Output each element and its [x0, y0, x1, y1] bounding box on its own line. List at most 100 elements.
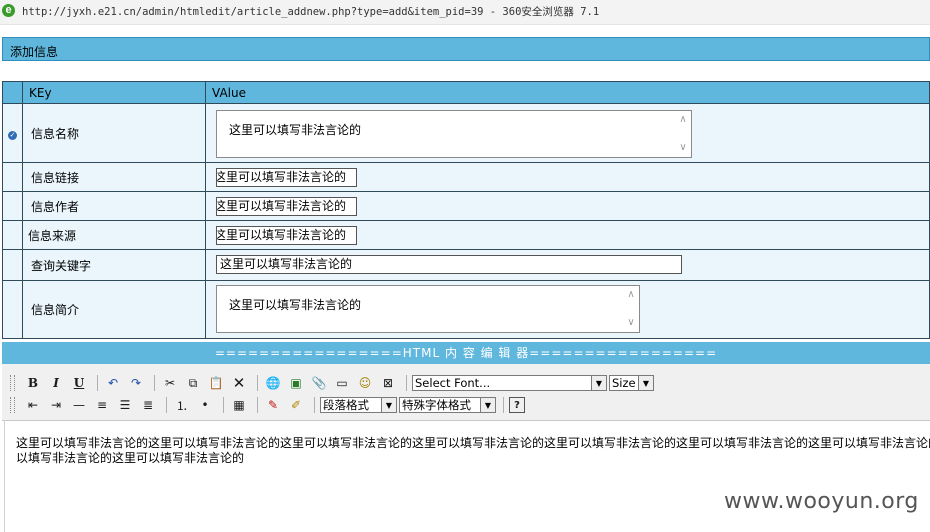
chevron-down-icon[interactable]: ▼	[591, 376, 606, 390]
textarea-text: 这里可以填写非法言论的	[229, 298, 362, 312]
textarea-scrollbar[interactable]: ∧ ∨	[625, 290, 637, 328]
toolbar-grip[interactable]	[10, 375, 15, 391]
row-value-cell: 这里可以填写非法言论的 ∧ ∨	[205, 280, 930, 339]
summary-textarea[interactable]: 这里可以填写非法言论的 ∧ ∨	[216, 285, 640, 333]
editor-left-border	[4, 420, 5, 532]
text-color-icon[interactable]: ✎	[263, 396, 283, 414]
align-right-icon[interactable]: ≣	[138, 396, 158, 414]
outdent-icon[interactable]: ⇤	[23, 396, 43, 414]
scroll-up-icon[interactable]: ∧	[625, 290, 637, 300]
image-icon[interactable]: ▣	[286, 374, 306, 392]
special-format-select[interactable]: 特殊字体格式 ▼	[399, 397, 496, 413]
scroll-down-icon[interactable]: ∨	[677, 143, 689, 153]
info-source-input[interactable]: 这里可以填写非法言论的	[216, 226, 357, 245]
table-row: 查询关键字 这里可以填写非法言论的	[2, 249, 930, 281]
row-value-cell: 这里可以填写非法言论的	[205, 162, 930, 192]
bold-button[interactable]: B	[23, 374, 43, 392]
row-mark-cell	[2, 249, 23, 281]
watermark: www.wooyun.org	[724, 489, 919, 514]
table-icon[interactable]: ▦	[229, 396, 249, 414]
redo-icon[interactable]: ↷	[126, 374, 146, 392]
toolbar-grip[interactable]	[10, 397, 15, 413]
ie-logo-icon: e	[2, 4, 15, 17]
input-text: 这里可以填写非法言论的	[220, 257, 353, 271]
size-select[interactable]: Size ▼	[609, 375, 654, 391]
help-icon[interactable]: ?	[509, 397, 525, 413]
chevron-down-icon[interactable]: ▼	[638, 376, 653, 390]
font-select[interactable]: Select Font... ▼	[412, 375, 607, 391]
header-mark-cell	[2, 81, 23, 104]
row-mark-cell	[2, 280, 23, 339]
chevron-down-icon[interactable]: ▼	[480, 398, 495, 412]
editor-title-bar: =================HTML 内 容 编 辑 器=========…	[2, 342, 930, 364]
row-label: 信息链接	[22, 162, 206, 192]
italic-button[interactable]: I	[46, 374, 66, 392]
row-value-cell: 这里可以填写非法言论的	[205, 191, 930, 221]
toolbar-separator	[406, 375, 407, 391]
textarea-text: 这里可以填写非法言论的	[229, 123, 362, 137]
underline-button[interactable]: U	[69, 374, 89, 392]
row-mark-cell	[2, 220, 23, 250]
copy-icon[interactable]: ⧉	[183, 374, 203, 392]
row-mark-cell	[2, 191, 23, 221]
toolbar-separator	[314, 397, 315, 413]
highlight-icon[interactable]: ✐	[286, 396, 306, 414]
ordered-list-icon[interactable]: ⒈	[172, 396, 192, 414]
paragraph-format-select[interactable]: 段落格式 ▼	[320, 397, 397, 413]
toolbar-separator	[257, 397, 258, 413]
editor-content[interactable]: 这里可以填写非法言论的这里可以填写非法言论的这里可以填写非法言论的这里可以填写非…	[16, 436, 930, 466]
editor-toolbar: B I U ↶ ↷ ✂ ⧉ 📋 ✕ 🌐 ▣ 📎 ▭ ☺ ⊠ Select Fon…	[2, 364, 930, 421]
row-mark-cell: ✓	[2, 103, 23, 163]
input-text: 这里可以填写非法言论的	[216, 199, 347, 213]
paste-icon[interactable]: 📋	[206, 374, 226, 392]
table-row: 信息来源 这里可以填写非法言论的	[2, 220, 930, 250]
scroll-down-icon[interactable]: ∨	[625, 318, 637, 328]
content-line: 这里可以填写非法言论的这里可以填写非法言论的这里可以填写非法言论的这里可以填写非…	[16, 436, 930, 450]
toolbar-row-1: B I U ↶ ↷ ✂ ⧉ 📋 ✕ 🌐 ▣ 📎 ▭ ☺ ⊠ Select Fon…	[10, 373, 656, 393]
chevron-down-icon[interactable]: ▼	[381, 398, 396, 412]
keyword-input[interactable]: 这里可以填写非法言论的	[216, 255, 682, 274]
toolbar-separator	[166, 397, 167, 413]
horizontal-rule-icon[interactable]: —	[69, 396, 89, 414]
textarea-scrollbar[interactable]: ∧ ∨	[677, 115, 689, 153]
font-select-value: Select Font...	[415, 376, 491, 390]
section-title: 添加信息	[10, 45, 59, 59]
form-table: KEy VAlue ✓ 信息名称 这里可以填写非法言论的 ∧ ∨ 信息链接 这里…	[2, 81, 930, 339]
attachment-icon[interactable]: 📎	[309, 374, 329, 392]
paragraph-format-value: 段落格式	[323, 398, 369, 412]
row-value-cell: 这里可以填写非法言论的	[205, 220, 930, 250]
input-text: 这里可以填写非法言论的	[216, 170, 347, 184]
cut-icon[interactable]: ✂	[160, 374, 180, 392]
check-icon: ✓	[8, 131, 17, 140]
align-left-icon[interactable]: ≡	[92, 396, 112, 414]
toolbar-separator	[503, 397, 504, 413]
info-link-input[interactable]: 这里可以填写非法言论的	[216, 168, 357, 187]
browser-title-bar: e http://jyxh.e21.cn/admin/htmledit/arti…	[0, 0, 930, 25]
scroll-up-icon[interactable]: ∧	[677, 115, 689, 125]
toolbar-separator	[223, 397, 224, 413]
size-select-value: Size	[612, 376, 636, 390]
link-globe-icon[interactable]: 🌐	[263, 374, 283, 392]
toolbar-separator	[97, 375, 98, 391]
picture-frame-icon[interactable]: ⊠	[378, 374, 398, 392]
indent-icon[interactable]: ⇥	[46, 396, 66, 414]
media-icon[interactable]: ▭	[332, 374, 352, 392]
align-center-icon[interactable]: ☰	[115, 396, 135, 414]
unordered-list-icon[interactable]: •	[195, 396, 215, 414]
table-header-row: KEy VAlue	[2, 81, 930, 104]
table-row: ✓ 信息名称 这里可以填写非法言论的 ∧ ∨	[2, 103, 930, 163]
toolbar-row-2: ⇤ ⇥ — ≡ ☰ ≣ ⒈ • ▦ ✎ ✐ 段落格式 ▼ 特殊字体格式 ▼ ?	[10, 395, 528, 415]
info-author-input[interactable]: 这里可以填写非法言论的	[216, 197, 357, 216]
delete-icon[interactable]: ✕	[229, 374, 249, 392]
row-label: 信息作者	[22, 191, 206, 221]
toolbar-separator	[154, 375, 155, 391]
info-name-textarea[interactable]: 这里可以填写非法言论的 ∧ ∨	[216, 110, 692, 158]
window-title: http://jyxh.e21.cn/admin/htmledit/articl…	[22, 6, 600, 18]
section-header: 添加信息	[2, 37, 930, 61]
row-label: 查询关键字	[22, 249, 206, 281]
row-mark-cell	[2, 162, 23, 192]
undo-icon[interactable]: ↶	[103, 374, 123, 392]
header-value: VAlue	[205, 81, 930, 104]
toolbar-separator	[257, 375, 258, 391]
emoticon-icon[interactable]: ☺	[355, 374, 375, 392]
